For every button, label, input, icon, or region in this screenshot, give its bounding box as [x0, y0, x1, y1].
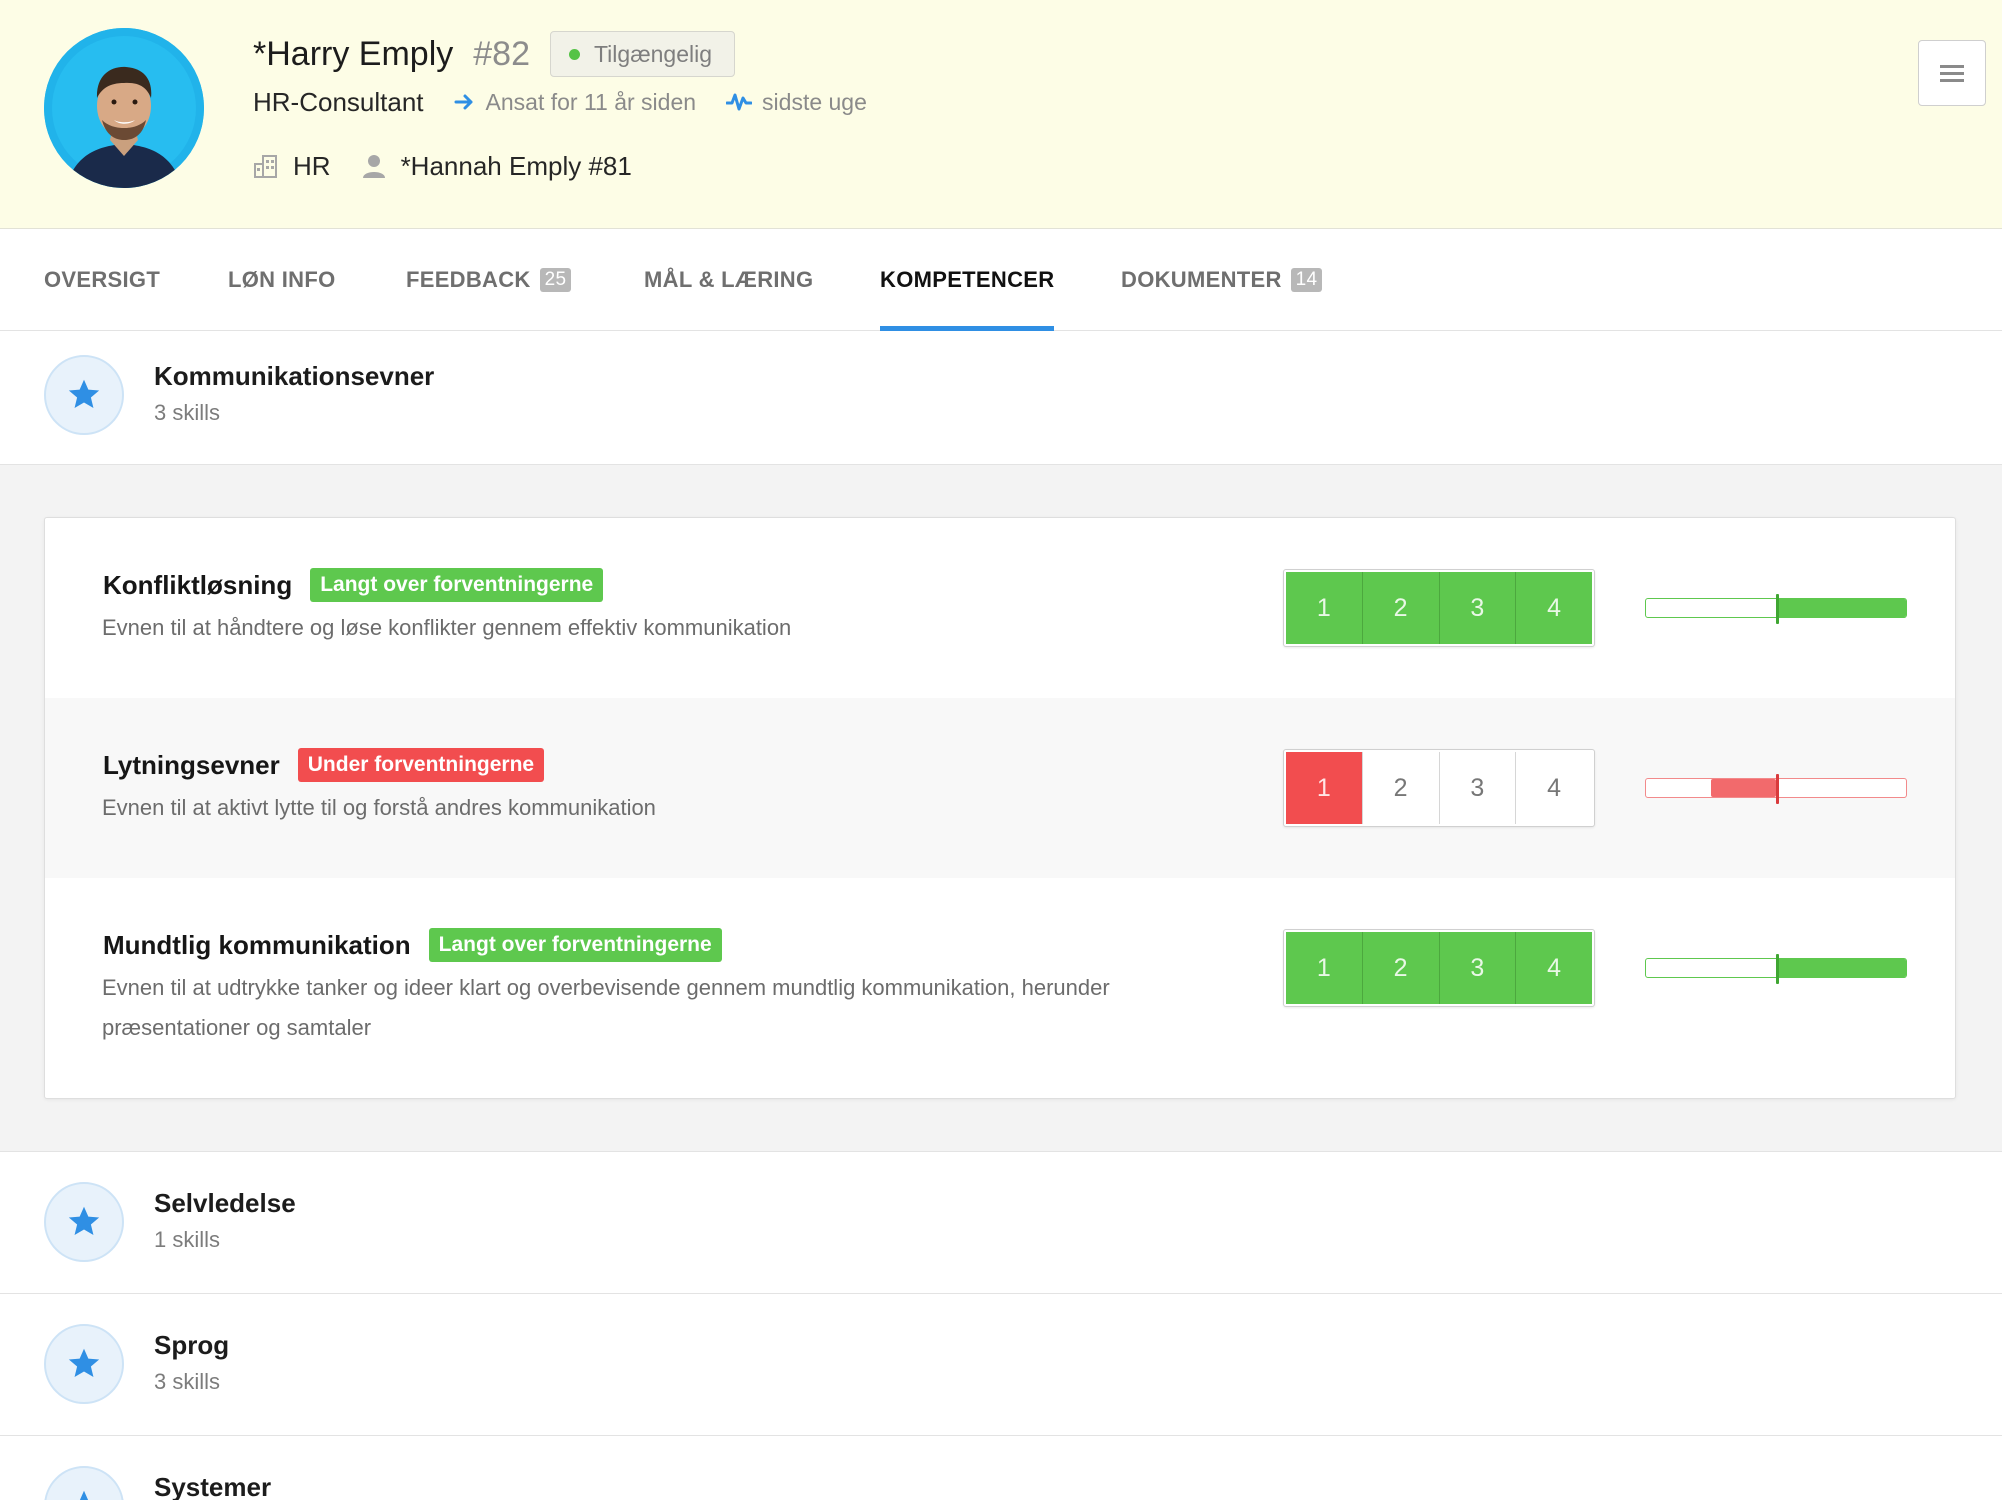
activity-text: sidste uge	[762, 88, 867, 115]
skill-row: Konfliktløsning Langt over forventninger…	[45, 518, 1955, 698]
category-skill-count: 3 skills	[154, 400, 221, 425]
category-title: Systemer	[154, 1472, 272, 1500]
skill-description: Evnen til at håndtere og løse konflikter…	[102, 615, 792, 640]
tab-bar: OVERSIGT LØN INFO FEEDBACK 25 MÅL & LÆRI…	[0, 229, 2002, 331]
skill-description: Evnen til at udtrykke tanker og ideer kl…	[102, 975, 1110, 1040]
department[interactable]: HR	[293, 151, 331, 182]
rating-option[interactable]: 2	[1362, 752, 1440, 824]
star-icon	[68, 1206, 100, 1236]
tab-label: MÅL & LÆRING	[644, 267, 814, 292]
avatar	[44, 28, 204, 188]
category-title: Selvledelse	[154, 1188, 296, 1218]
feedback-count-badge: 25	[539, 268, 572, 292]
employee-number: #82	[473, 34, 530, 73]
pulse-icon	[726, 93, 753, 111]
hamburger-menu-icon	[1940, 65, 1964, 82]
skill-name: Lytningsevner	[103, 749, 280, 780]
arrow-right-icon	[454, 94, 473, 110]
rating-option[interactable]: 1	[1286, 752, 1363, 824]
skill-description: Evnen til at aktivt lytte til og forstå …	[102, 795, 656, 820]
rating-option[interactable]: 3	[1439, 932, 1517, 1004]
skill-name: Konfliktløsning	[103, 569, 293, 600]
tab-dokumenter[interactable]: DOKUMENTER 14	[1121, 229, 1323, 331]
tab-loen-info[interactable]: LØN INFO	[228, 229, 336, 331]
skill-row: Lytningsevner Under forventningerne Evne…	[45, 698, 1955, 878]
rating-option[interactable]: 4	[1516, 932, 1592, 1004]
rating-option[interactable]: 4	[1516, 572, 1592, 644]
building-icon	[254, 155, 277, 178]
tab-maal-laering[interactable]: MÅL & LÆRING	[644, 229, 813, 331]
category-row-selvledelse[interactable]: Selvledelse 1 skills	[0, 1152, 2002, 1294]
expectation-bar	[1645, 774, 1907, 804]
job-title: HR-Consultant	[253, 86, 424, 117]
menu-button[interactable]	[1918, 40, 1986, 106]
manager-link[interactable]: *Hannah Emply #81	[401, 151, 632, 182]
rating-scale: 1 2 3 4	[1283, 569, 1595, 647]
activity-info: sidste uge	[726, 89, 867, 116]
rating-option[interactable]: 3	[1439, 572, 1517, 644]
tab-label: FEEDBACK	[406, 267, 531, 292]
expected-level-marker	[1776, 954, 1779, 984]
star-icon	[68, 379, 100, 409]
star-icon	[68, 1348, 100, 1378]
rating-option[interactable]: 2	[1362, 932, 1440, 1004]
documents-count-badge: 14	[1290, 268, 1323, 292]
rating-option[interactable]: 2	[1362, 572, 1440, 644]
expectation-bar-fill	[1776, 599, 1906, 617]
employed-info: Ansat for 11 år siden	[454, 88, 697, 116]
expanded-skills-area: Konfliktløsning Langt over forventninger…	[0, 465, 2002, 1152]
skill-status-badge: Langt over forventningerne	[428, 928, 722, 962]
skill-name: Mundtlig kommunikation	[103, 929, 411, 960]
rating-option[interactable]: 1	[1286, 932, 1363, 1004]
profile-header: *Harry Emply #82 Tilgængelig HR-Consulta…	[0, 0, 2002, 229]
category-badge	[44, 1324, 124, 1404]
employed-text: Ansat for 11 år siden	[485, 88, 697, 115]
category-title: Kommunikationsevner	[154, 361, 435, 391]
tab-label: LØN INFO	[228, 267, 336, 292]
rating-scale: 1 2 3 4	[1283, 929, 1595, 1007]
category-skill-count: 3 skills	[154, 1369, 221, 1394]
category-row-systemer[interactable]: Systemer	[0, 1436, 2002, 1500]
category-title: Sprog	[154, 1330, 230, 1360]
tab-label: DOKUMENTER	[1121, 267, 1282, 292]
skill-row: Mundtlig kommunikation Langt over forven…	[45, 878, 1955, 1098]
rating-option[interactable]: 3	[1439, 752, 1517, 824]
expectation-bar	[1645, 594, 1907, 624]
category-row-sprog[interactable]: Sprog 3 skills	[0, 1294, 2002, 1436]
expected-level-marker	[1776, 594, 1779, 624]
person-icon	[362, 155, 385, 178]
rating-option[interactable]: 1	[1286, 572, 1363, 644]
employee-name: *Harry Emply	[253, 34, 454, 73]
category-badge	[44, 1182, 124, 1262]
category-badge	[44, 355, 124, 435]
tab-oversigt[interactable]: OVERSIGT	[44, 229, 160, 331]
skill-status-badge: Langt over forventningerne	[310, 568, 604, 602]
expectation-bar-fill	[1711, 779, 1776, 797]
status-label: Tilgængelig	[593, 40, 713, 67]
expectation-bar	[1645, 954, 1907, 984]
skill-status-badge: Under forventningerne	[297, 748, 545, 782]
category-skill-count: 1 skills	[154, 1227, 221, 1252]
star-icon	[79, 1490, 89, 1500]
tab-label: OVERSIGT	[44, 267, 161, 292]
category-badge	[44, 1466, 124, 1500]
expected-level-marker	[1776, 774, 1779, 804]
status-badge: Tilgængelig	[549, 31, 736, 77]
category-row-kommunikationsevner[interactable]: Kommunikationsevner 3 skills	[0, 331, 2002, 465]
status-dot-icon	[568, 48, 580, 60]
avatar-photo	[44, 28, 204, 188]
tab-label: KOMPETENCER	[880, 267, 1055, 292]
skills-card: Konfliktløsning Langt over forventninger…	[44, 517, 1956, 1099]
expectation-bar-fill	[1776, 959, 1906, 977]
rating-scale: 1 2 3 4	[1283, 749, 1595, 827]
tab-feedback[interactable]: FEEDBACK 25	[406, 229, 572, 331]
tab-kompetencer[interactable]: KOMPETENCER	[880, 229, 1055, 331]
rating-option[interactable]: 4	[1516, 752, 1592, 824]
